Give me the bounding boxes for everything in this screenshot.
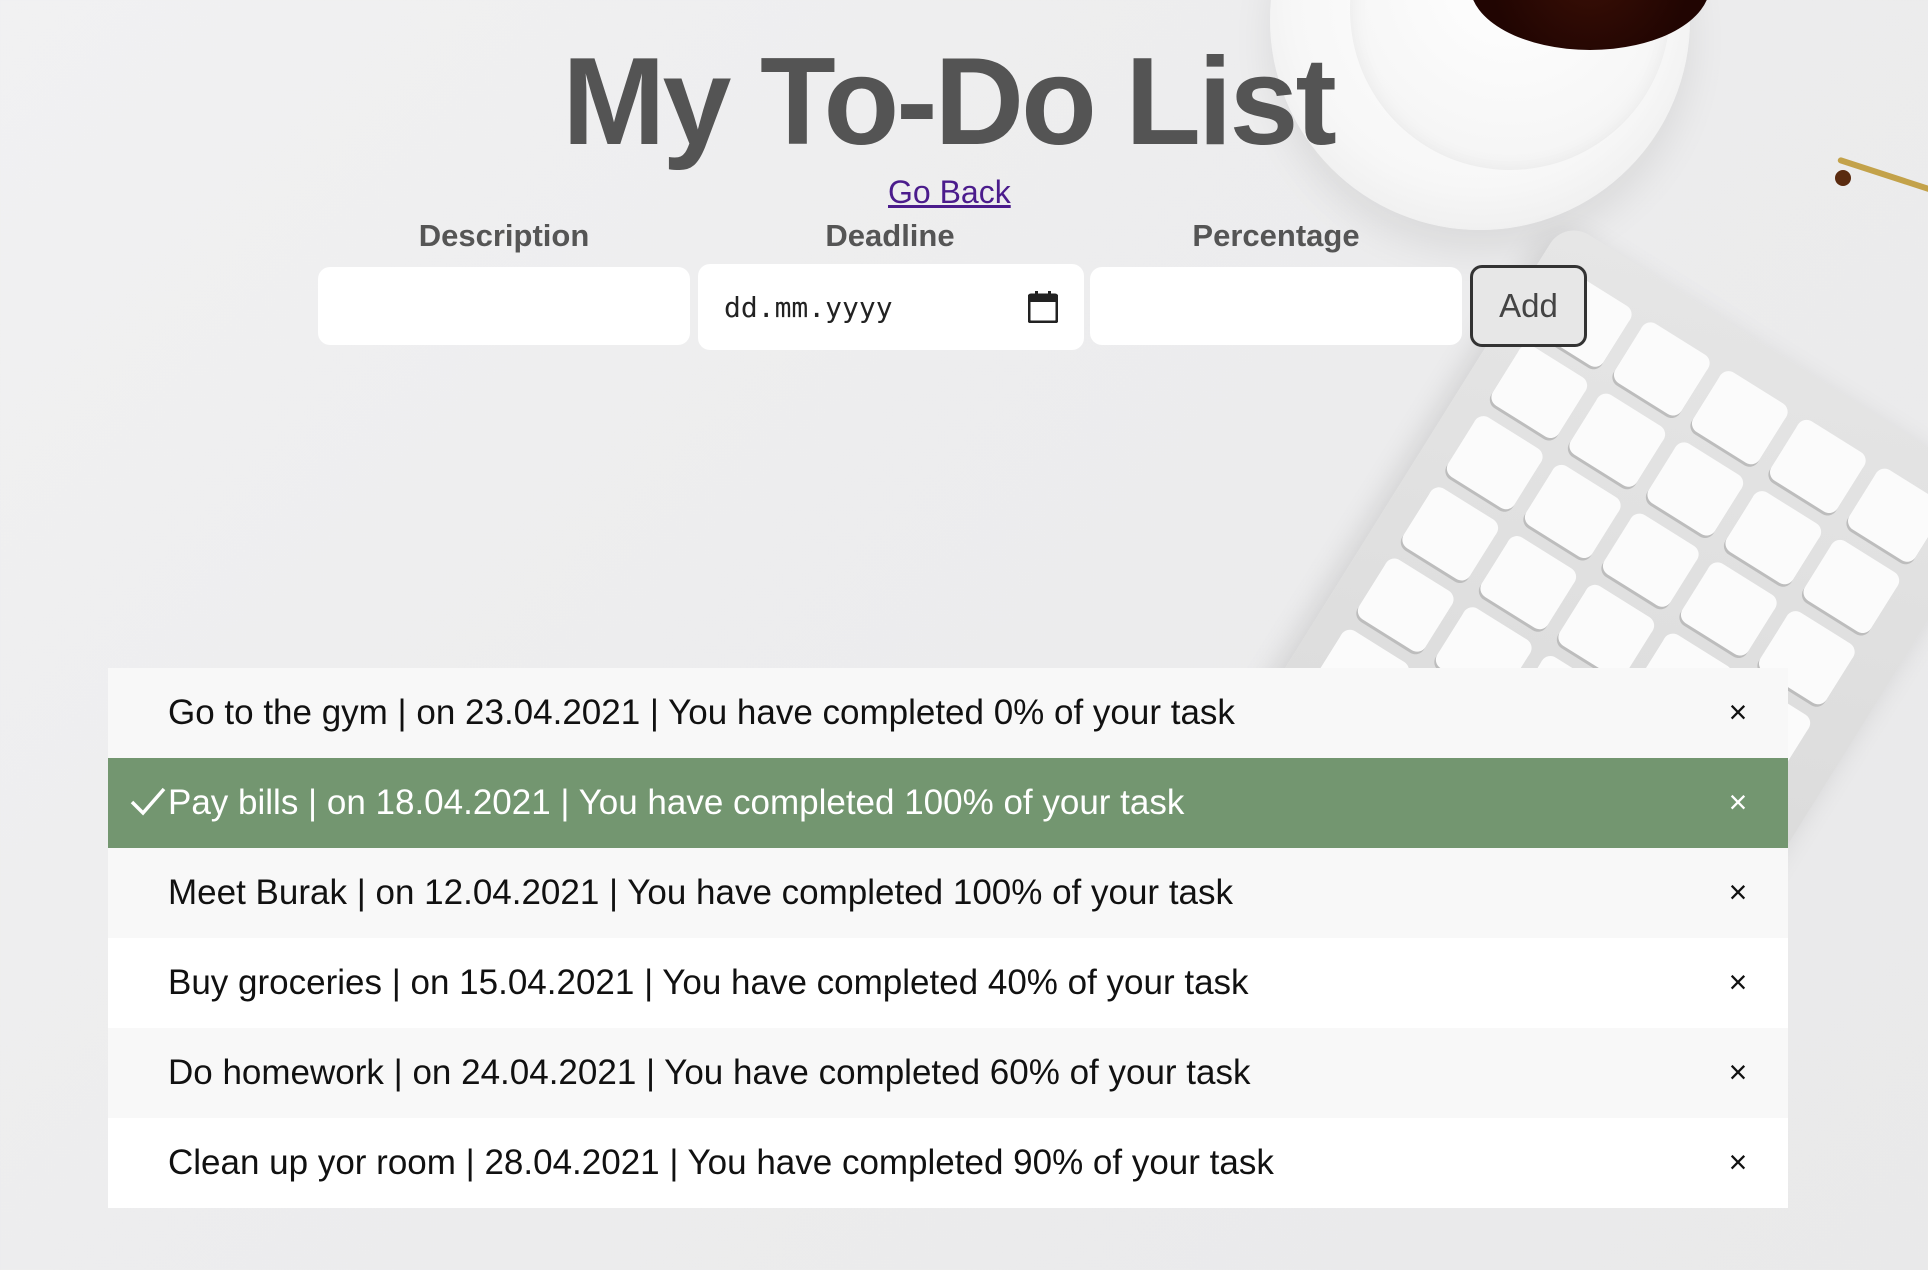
checkmark-icon [130, 964, 166, 1000]
checkmark-icon [130, 784, 166, 820]
description-label: Description [418, 218, 590, 253]
todo-list: Go to the gym | on 23.04.2021 | You have… [108, 668, 1788, 1208]
todo-text: Clean up yor room | 28.04.2021 | You hav… [168, 1143, 1274, 1182]
close-icon[interactable]: × [1718, 692, 1758, 732]
todo-text: Pay bills | on 18.04.2021 | You have com… [168, 783, 1185, 822]
todo-item[interactable]: Buy groceries | on 15.04.2021 | You have… [108, 938, 1788, 1028]
close-icon[interactable]: × [1718, 782, 1758, 822]
todo-item[interactable]: Clean up yor room | 28.04.2021 | You hav… [108, 1118, 1788, 1208]
deadline-placeholder: dd.mm.yyyy [724, 290, 893, 324]
go-back-link[interactable]: Go Back [888, 174, 1011, 211]
close-icon[interactable]: × [1718, 872, 1758, 912]
todo-text: Buy groceries | on 15.04.2021 | You have… [168, 963, 1249, 1002]
pen-tip [1835, 170, 1851, 186]
description-input[interactable] [318, 267, 690, 345]
percentage-input[interactable] [1090, 267, 1462, 345]
checkmark-icon [130, 1144, 166, 1180]
checkmark-icon [130, 694, 166, 730]
todo-item[interactable]: Go to the gym | on 23.04.2021 | You have… [108, 668, 1788, 758]
todo-item[interactable]: Do homework | on 24.04.2021 | You have c… [108, 1028, 1788, 1118]
page-title: My To-Do List [562, 33, 1336, 171]
checkmark-icon [130, 1054, 166, 1090]
close-icon[interactable]: × [1718, 1142, 1758, 1182]
todo-item[interactable]: Meet Burak | on 12.04.2021 | You have co… [108, 848, 1788, 938]
checkmark-icon [130, 874, 166, 910]
percentage-label: Percentage [1192, 218, 1360, 253]
deadline-date-input[interactable]: dd.mm.yyyy [698, 264, 1084, 350]
close-icon[interactable]: × [1718, 962, 1758, 1002]
todo-item[interactable]: Pay bills | on 18.04.2021 | You have com… [108, 758, 1788, 848]
close-icon[interactable]: × [1718, 1052, 1758, 1092]
calendar-icon[interactable] [1027, 291, 1059, 324]
todo-text: Do homework | on 24.04.2021 | You have c… [168, 1053, 1251, 1092]
todo-text: Go to the gym | on 23.04.2021 | You have… [168, 693, 1235, 732]
add-button[interactable]: Add [1470, 265, 1587, 347]
todo-text: Meet Burak | on 12.04.2021 | You have co… [168, 873, 1234, 912]
deadline-label: Deadline [825, 218, 955, 253]
